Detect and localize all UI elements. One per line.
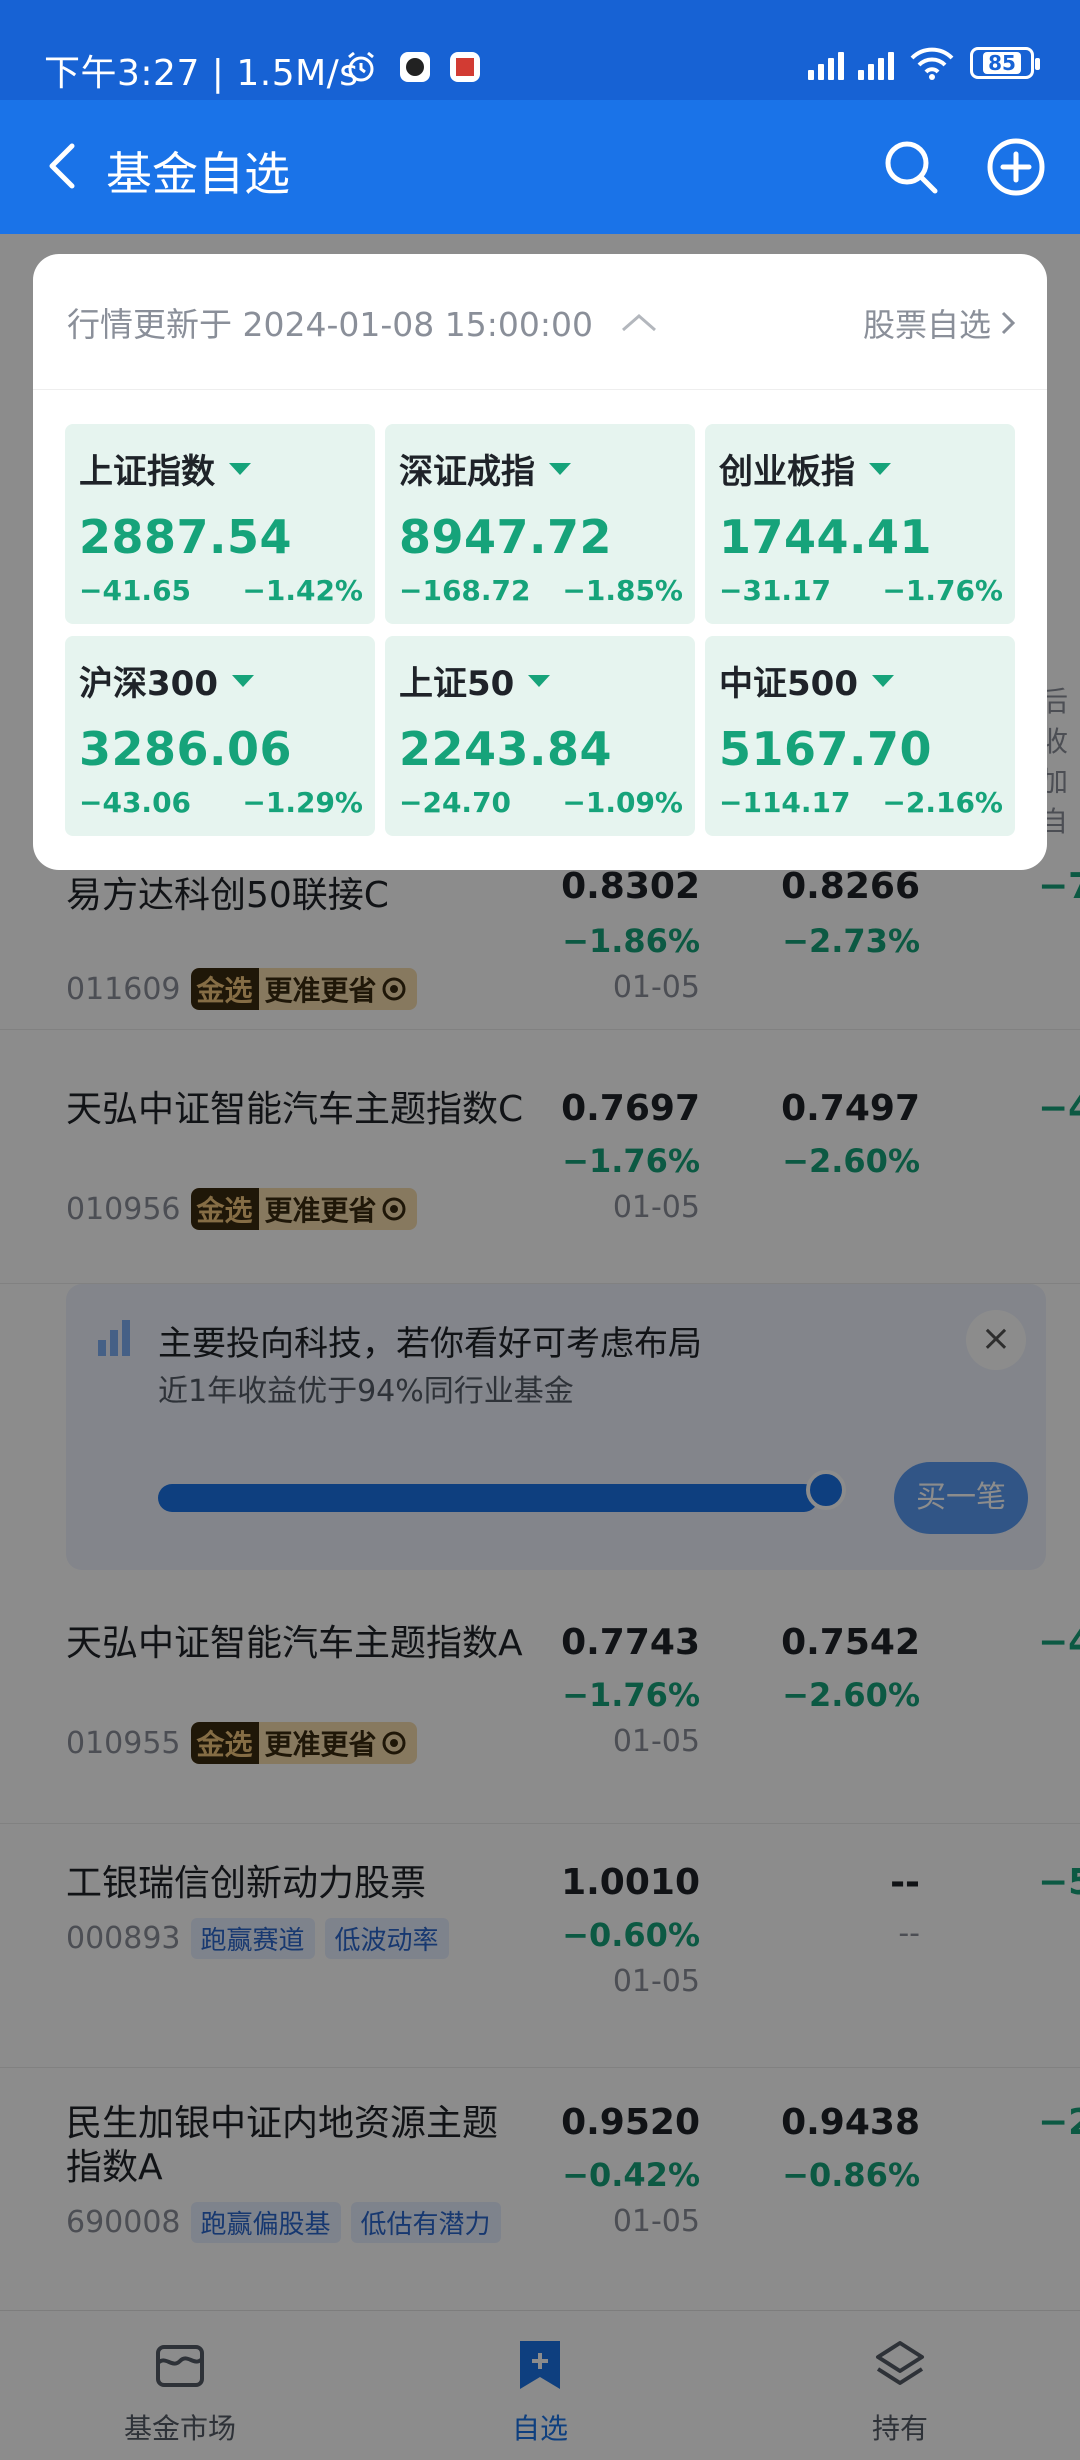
index-value: 2243.84 <box>399 722 613 776</box>
index-tile[interactable]: 创业板指 1744.41 −31.17 −1.76% <box>705 424 1015 624</box>
app-notify-icon <box>400 52 430 82</box>
index-name-row: 上证50 <box>399 656 551 705</box>
down-triangle-icon <box>528 674 551 687</box>
nav-bar: 基金自选 <box>0 100 1080 234</box>
down-triangle-icon <box>549 462 571 475</box>
index-change: −114.17 <box>719 786 851 819</box>
update-time-label: 行情更新于 2024-01-08 15:00:00 <box>67 305 593 344</box>
update-time-row[interactable]: 行情更新于 2024-01-08 15:00:00 <box>67 298 659 346</box>
cell-signal-icon <box>808 46 844 80</box>
wifi-icon <box>910 47 954 80</box>
index-change: −31.17 <box>719 574 832 607</box>
index-name: 深证成指 <box>399 452 535 492</box>
index-pct: −1.42% <box>242 574 363 607</box>
index-pct: −1.76% <box>882 574 1003 607</box>
index-pct: −2.16% <box>882 786 1003 819</box>
popup-header: 行情更新于 2024-01-08 15:00:00 股票自选 <box>33 254 1047 390</box>
status-bar: 下午3:27 | 1.5M/s 85 <box>0 0 1080 100</box>
index-name: 中证500 <box>719 664 858 704</box>
search-icon[interactable] <box>880 136 942 198</box>
page-title: 基金自选 <box>106 147 290 201</box>
down-triangle-icon <box>231 674 254 687</box>
chevron-right-icon <box>1001 311 1016 335</box>
index-name-row: 深证成指 <box>399 444 571 493</box>
index-name: 创业板指 <box>719 452 855 492</box>
index-name-row: 中证500 <box>719 656 894 705</box>
battery-icon: 85 <box>970 47 1040 79</box>
index-name: 上证指数 <box>79 452 215 492</box>
index-name: 上证50 <box>399 664 515 704</box>
index-tile[interactable]: 上证指数 2887.54 −41.65 −1.42% <box>65 424 375 624</box>
index-value: 8947.72 <box>399 510 613 564</box>
back-icon[interactable] <box>34 136 94 196</box>
status-right: 85 <box>808 46 1040 80</box>
index-name: 沪深300 <box>79 664 218 704</box>
add-circle-icon[interactable] <box>985 136 1047 198</box>
index-change: −24.70 <box>399 786 512 819</box>
index-pct: −1.09% <box>562 786 683 819</box>
chevron-up-icon[interactable] <box>619 310 659 334</box>
index-pct: −1.29% <box>242 786 363 819</box>
index-tile[interactable]: 沪深300 3286.06 −43.06 −1.29% <box>65 636 375 836</box>
index-value: 5167.70 <box>719 722 933 776</box>
down-triangle-icon <box>229 462 251 475</box>
index-tile[interactable]: 中证500 5167.70 −114.17 −2.16% <box>705 636 1015 836</box>
index-name-row: 上证指数 <box>79 444 251 493</box>
down-triangle-icon <box>871 674 894 687</box>
index-change: −41.65 <box>79 574 192 607</box>
battery-level: 85 <box>983 52 1021 74</box>
alarm-icon <box>348 51 374 82</box>
index-value: 1744.41 <box>719 510 933 564</box>
down-triangle-icon <box>869 462 891 475</box>
stock-watchlist-label: 股票自选 <box>862 306 991 344</box>
index-tile[interactable]: 深证成指 8947.72 −168.72 −1.85% <box>385 424 695 624</box>
index-pct: −1.85% <box>562 574 683 607</box>
index-value: 2887.54 <box>79 510 293 564</box>
index-tile[interactable]: 上证50 2243.84 −24.70 −1.09% <box>385 636 695 836</box>
index-value: 3286.06 <box>79 722 293 776</box>
stock-watchlist-link[interactable]: 股票自选 <box>863 300 1017 346</box>
index-name-row: 沪深300 <box>79 656 254 705</box>
status-time: 下午3:27 | 1.5M/s <box>44 53 359 94</box>
seal-notify-icon <box>450 52 480 82</box>
market-index-popup: 行情更新于 2024-01-08 15:00:00 股票自选 上证指数 2887… <box>33 254 1047 870</box>
cell-signal-icon-2 <box>858 46 894 80</box>
index-change: −43.06 <box>79 786 192 819</box>
index-change: −168.72 <box>399 574 531 607</box>
index-name-row: 创业板指 <box>719 444 891 493</box>
